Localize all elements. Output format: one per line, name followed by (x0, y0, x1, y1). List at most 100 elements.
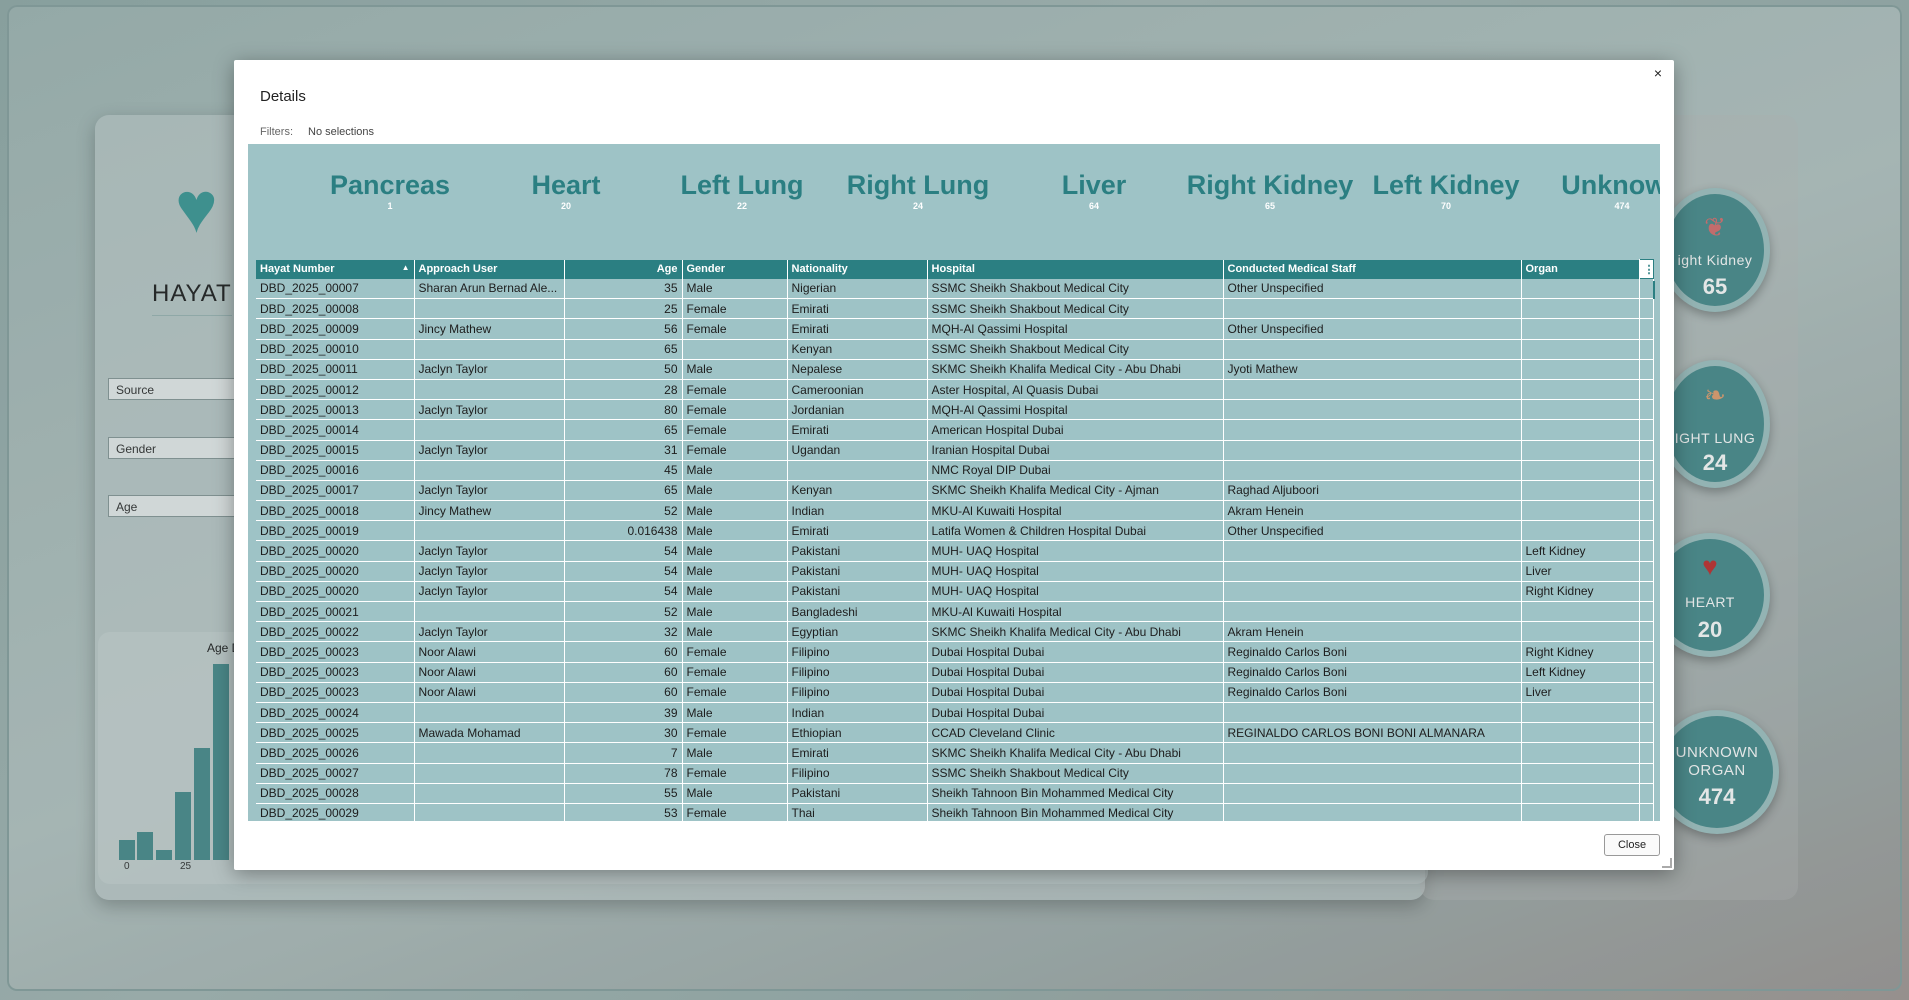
table-cell: MKU-Al Kuwaiti Hospital (927, 500, 1224, 522)
table-cell (1521, 480, 1640, 502)
table-cell: DBD_2025_00014 (256, 419, 415, 441)
table-cell: Cameroonian (787, 379, 928, 401)
kpi-pancreas[interactable]: Pancreas 1 (302, 170, 478, 211)
kpi-unknown[interactable]: Unknown 474 (1534, 170, 1660, 211)
kpi-name: Left Kidney (1372, 170, 1520, 200)
table-cell: Pakistani (787, 561, 928, 582)
kpi-right-lung[interactable]: Right Lung 24 (830, 170, 1006, 211)
table-cell (1521, 742, 1640, 764)
table-row[interactable]: DBD_2025_00010 65 Kenyan SSMC Sheikh Shakbo… (256, 339, 1654, 360)
table-row[interactable]: DBD_2025_00024 39 Male Indian Dubai Hospital… (256, 702, 1654, 724)
table-row[interactable]: DBD_2025_00012 28 Female Cameroonian Aster H… (256, 379, 1654, 401)
table-cell: REGINALDO CARLOS BONI BONI ALMANARA (1223, 722, 1522, 744)
table-cell (1223, 440, 1522, 461)
table-row[interactable]: DBD_2025_00020 Jaclyn Taylor 54 Male Pakista… (256, 581, 1654, 603)
table-cell: Jordanian (787, 399, 928, 421)
kpi-name: Left Lung (680, 170, 804, 200)
kpi-right-kidney[interactable]: Right Kidney 65 (1182, 170, 1358, 211)
table-cell: Emirati (787, 419, 928, 441)
column-header-hayat-number[interactable]: Hayat Number ▲ (256, 259, 415, 279)
table-cell: Jaclyn Taylor (414, 399, 565, 421)
table-row[interactable]: DBD_2025_00017 Jaclyn Taylor 65 Male Kenyan S… (256, 480, 1654, 502)
table-row[interactable]: DBD_2025_00021 52 Male Bangladeshi MKU-Al Ku… (256, 601, 1654, 623)
table-cell (1223, 379, 1522, 401)
table-row[interactable]: DBD_2025_00019 0.016438 Male Emirati Latifa … (256, 520, 1654, 542)
table-cell: Female (682, 440, 788, 461)
table-scrollbar[interactable] (1650, 277, 1660, 807)
column-header-gender[interactable]: Gender (682, 259, 788, 279)
table-cell (1521, 379, 1640, 401)
table-cell: Male (682, 702, 788, 724)
table-cell: DBD_2025_00017 (256, 480, 415, 502)
column-header-label: Hayat Number (260, 263, 335, 275)
table-row[interactable]: DBD_2025_00009 Jincy Mathew 56 Female Emirat… (256, 318, 1654, 340)
column-header-age[interactable]: Age (564, 259, 683, 279)
kpi-heart[interactable]: Heart 20 (478, 170, 654, 211)
table-cell: Jaclyn Taylor (414, 480, 565, 502)
close-button[interactable]: Close (1604, 834, 1660, 856)
table-cell: 7 (564, 742, 683, 764)
table-cell (1521, 722, 1640, 744)
table-row[interactable]: DBD_2025_00016 45 Male NMC Royal DIP Dubai (256, 460, 1654, 481)
table-row[interactable]: DBD_2025_00029 53 Female Thai Sheikh Tahnoon… (256, 803, 1654, 821)
table-cell: Male (682, 540, 788, 562)
table-cell: Male (682, 500, 788, 522)
kpi-name: Pancreas (329, 170, 451, 200)
table-row[interactable]: DBD_2025_00015 Jaclyn Taylor 31 Female Ugand… (256, 440, 1654, 461)
table-cell: Female (682, 399, 788, 421)
table-cell: DBD_2025_00007 (256, 278, 415, 300)
table-cell (1223, 540, 1522, 562)
table-row[interactable]: DBD_2025_00023 Noor Alawi 60 Female Filipino… (256, 662, 1654, 683)
table-cell (414, 460, 565, 481)
table-row[interactable]: DBD_2025_00018 Jincy Mathew 52 Male Indian MK… (256, 500, 1654, 522)
kpi-value: 70 (1440, 201, 1451, 211)
kpi-name: Heart (531, 170, 601, 200)
table-row[interactable]: DBD_2025_00023 Noor Alawi 60 Female Filipino… (256, 641, 1654, 663)
column-header-approach-user[interactable]: Approach User (414, 259, 565, 279)
table-row[interactable]: DBD_2025_00011 Jaclyn Taylor 50 Male Nepales… (256, 359, 1654, 380)
table-cell: Emirati (787, 318, 928, 340)
table-row[interactable]: DBD_2025_00023 Noor Alawi 60 Female Filipino… (256, 682, 1654, 703)
table-body: DBD_2025_00007 Sharan Arun Bernad Ale... 3… (256, 278, 1654, 821)
scrollbar-thumb[interactable] (1653, 281, 1655, 299)
column-header-conducted-medical-staff[interactable]: Conducted Medical Staff (1223, 259, 1522, 279)
kpi-liver[interactable]: Liver 64 (1006, 170, 1182, 211)
table-cell: Liver (1521, 682, 1640, 703)
kpi-left-kidney[interactable]: Left Kidney 70 (1358, 170, 1534, 211)
table-row[interactable]: DBD_2025_00025 Mawada Mohamad 30 Female Ethi… (256, 722, 1654, 744)
table-row[interactable]: DBD_2025_00007 Sharan Arun Bernad Ale... 3… (256, 278, 1654, 300)
table-cell: DBD_2025_00026 (256, 742, 415, 764)
table-cell: Indian (787, 702, 928, 724)
table-row[interactable]: DBD_2025_00008 25 Female Emirati SSMC Sheikh… (256, 298, 1654, 320)
table-row[interactable]: DBD_2025_00013 Jaclyn Taylor 80 Female Jorda… (256, 399, 1654, 421)
table-cell: Female (682, 763, 788, 784)
table-cell (1521, 702, 1640, 724)
table-cell: Reginaldo Carlos Boni (1223, 682, 1522, 703)
kpi-left-lung[interactable]: Left Lung 22 (654, 170, 830, 211)
table-cell: DBD_2025_00023 (256, 662, 415, 683)
column-header-organ[interactable]: Organ (1521, 259, 1640, 279)
table-cell (1223, 783, 1522, 804)
table-cell: Filipino (787, 641, 928, 663)
table-cell (1521, 399, 1640, 421)
table-row[interactable]: DBD_2025_00014 65 Female Emirati American Ho… (256, 419, 1654, 441)
table-row[interactable]: DBD_2025_00020 Jaclyn Taylor 54 Male Pakista… (256, 540, 1654, 562)
table-row[interactable]: DBD_2025_00020 Jaclyn Taylor 54 Male Pakista… (256, 561, 1654, 582)
table-cell: Jaclyn Taylor (414, 561, 565, 582)
table-cell: DBD_2025_00010 (256, 339, 415, 360)
table-row[interactable]: DBD_2025_00026 7 Male Emirati SKMC Sheikh Kh… (256, 742, 1654, 764)
table-row[interactable]: DBD_2025_00022 Jaclyn Taylor 32 Male Egyptia… (256, 621, 1654, 643)
kpi-name: Right Kidney (1186, 170, 1354, 200)
column-header-nationality[interactable]: Nationality (787, 259, 928, 279)
close-icon[interactable]: × (1654, 65, 1662, 81)
table-cell: Pakistani (787, 783, 928, 804)
table-cell: 60 (564, 641, 683, 663)
resize-grip-icon[interactable] (1662, 858, 1672, 868)
table-cell: Female (682, 682, 788, 703)
table-row[interactable]: DBD_2025_00027 78 Female Filipino SSMC Sheik… (256, 763, 1654, 784)
table-menu-icon[interactable]: ⋮ (1638, 259, 1654, 279)
table-cell: DBD_2025_00025 (256, 722, 415, 744)
table-cell (1223, 763, 1522, 784)
table-row[interactable]: DBD_2025_00028 55 Male Pakistani Sheikh Tahn… (256, 783, 1654, 804)
column-header-hospital[interactable]: Hospital (927, 259, 1224, 279)
